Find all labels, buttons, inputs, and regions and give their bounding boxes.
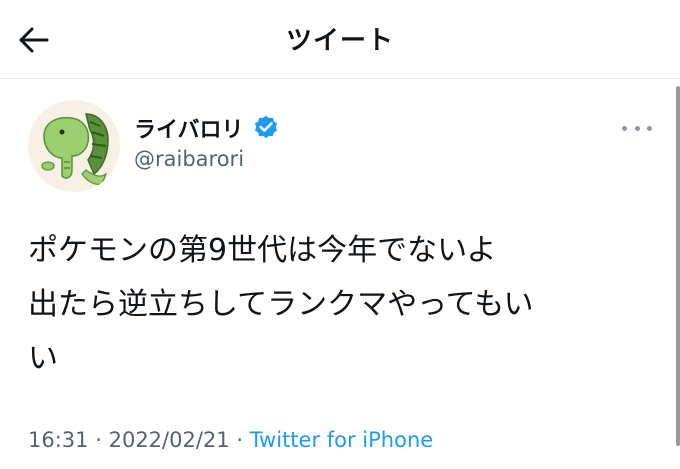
more-dot	[634, 125, 640, 131]
top-bar: ツイート	[0, 0, 680, 79]
tweet-meta: 16:31 · 2022/02/21 · Twitter for iPhone	[28, 428, 433, 452]
meta-separator: ·	[236, 428, 244, 452]
page-title: ツイート	[285, 26, 394, 56]
more-horizontal-icon	[622, 125, 627, 131]
author-name[interactable]: ライバロリ	[134, 112, 244, 144]
tweet-line: い	[28, 341, 58, 376]
verified-badge-icon	[254, 115, 277, 139]
tweet-text: ポケモンの第9世代は今年でないよ 出たら逆立ちしてランクマやってもい い	[28, 224, 628, 386]
dinosaur-avatar-image	[28, 100, 120, 192]
tweet-line: ポケモンの第9世代は今年でないよ	[28, 233, 497, 268]
more-options-button[interactable]	[622, 116, 652, 140]
author-handle[interactable]: @raibarori	[134, 147, 244, 171]
author-name-row[interactable]: ライバロリ	[134, 112, 280, 144]
tweet-source-link[interactable]: Twitter for iPhone	[250, 428, 434, 452]
scrollbar-thumb[interactable]	[676, 86, 680, 446]
scrollbar[interactable]	[672, 86, 680, 446]
tweet-page: ツイート ライバロリ @raibarori ポケモンの第9世代は今年でないよ 出…	[0, 0, 680, 469]
meta-separator: ·	[95, 428, 102, 452]
avatar[interactable]	[28, 100, 120, 192]
tweet-line: 出たら逆立ちしてランクマやってもい	[28, 287, 534, 322]
tweet-time[interactable]: 16:31	[28, 428, 89, 452]
tweet-date[interactable]: 2022/02/21	[109, 428, 230, 452]
more-dot	[647, 125, 652, 131]
